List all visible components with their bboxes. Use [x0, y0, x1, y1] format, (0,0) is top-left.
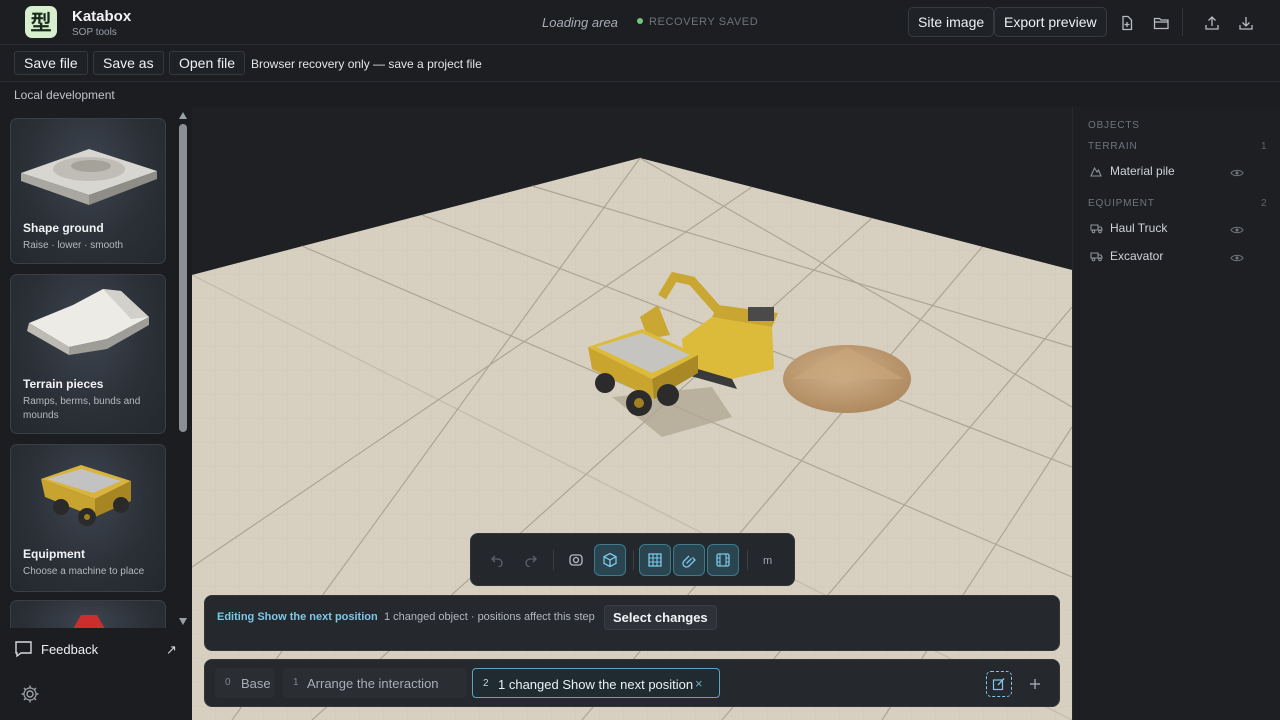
select-changes-button[interactable]: Select changes: [604, 605, 717, 630]
download-icon[interactable]: [1233, 10, 1259, 36]
card-description: Choose a machine to place: [23, 566, 145, 577]
object-item-label: Material pile: [1110, 164, 1175, 178]
undo-icon[interactable]: [481, 544, 513, 576]
environment-label: Local development: [14, 88, 115, 102]
step-number: 0: [225, 677, 231, 688]
app-logo: 型: [25, 6, 57, 38]
object-item-label: Excavator: [1110, 249, 1164, 263]
card-title: Shape ground: [23, 221, 104, 235]
card-title: Terrain pieces: [23, 377, 104, 391]
export-preview-button[interactable]: Export preview: [994, 7, 1107, 37]
feedback-label: Feedback: [41, 642, 99, 657]
shape-ground-thumbnail: [21, 149, 157, 205]
step-label: 1 changed Show the next position: [498, 677, 694, 692]
external-link-icon: ↗: [166, 642, 177, 657]
save-file-button[interactable]: Save file: [14, 51, 88, 75]
library-card-equipment[interactable]: Equipment Choose a machine to place: [10, 444, 166, 592]
truck-icon: [1090, 224, 1103, 234]
edit-step-meta: 1 changed object · positions affect this…: [384, 611, 595, 623]
add-step-icon[interactable]: [1022, 671, 1048, 697]
steps-timeline: 0 Base 1 Arrange the interaction 2 1 cha…: [204, 659, 1060, 707]
app-subtitle: SOP tools: [72, 27, 117, 38]
film-icon[interactable]: [707, 544, 739, 576]
step-tab-arrange[interactable]: 1 Arrange the interaction: [283, 668, 467, 698]
visibility-eye-icon[interactable]: [1230, 222, 1244, 240]
upload-icon[interactable]: [1199, 10, 1225, 36]
step-tab-base[interactable]: 0 Base: [215, 668, 275, 698]
edit-step-title: Editing Show the next position: [217, 611, 378, 623]
group-equipment-heading: EQUIPMENT: [1088, 198, 1155, 209]
group-equipment-count: 2: [1261, 198, 1267, 209]
snap-magnet-icon[interactable]: [673, 544, 705, 576]
status-saved-text: RECOVERY SAVED: [649, 16, 759, 28]
objects-panel: OBJECTS TERRAIN 1 Material pile EQUIPMEN…: [1072, 107, 1280, 720]
objects-heading: OBJECTS: [1088, 120, 1140, 131]
group-terrain-count: 1: [1261, 141, 1267, 152]
step-label: Base: [241, 676, 271, 691]
new-file-icon[interactable]: [1114, 10, 1140, 36]
edit-step-icon[interactable]: [986, 671, 1012, 697]
settings-gear-icon[interactable]: [19, 683, 41, 705]
open-folder-icon[interactable]: [1148, 10, 1174, 36]
object-item-material-pile[interactable]: Material pile: [1088, 160, 1248, 182]
grid-icon[interactable]: [639, 544, 671, 576]
step-tab-show-next-position[interactable]: 2 1 changed Show the next position ×: [472, 668, 720, 698]
card-title: Equipment: [23, 547, 85, 561]
step-number: 1: [293, 677, 299, 688]
card-description: Raise · lower · smooth: [23, 240, 124, 251]
open-file-button[interactable]: Open file: [169, 51, 246, 75]
unit-label[interactable]: m: [763, 555, 772, 567]
object-item-excavator[interactable]: Excavator: [1088, 245, 1248, 267]
edit-step-bar: Editing Show the next position 1 changed…: [204, 595, 1060, 651]
camera-view-icon[interactable]: [560, 544, 592, 576]
site-image-button[interactable]: Site image: [908, 7, 995, 37]
library-sidebar: Shape ground Raise · lower · smooth Terr…: [0, 106, 192, 628]
viewport-toolbar: m: [470, 533, 795, 586]
library-card-shape-ground[interactable]: Shape ground Raise · lower · smooth: [10, 118, 166, 264]
feedback-button[interactable]: Feedback ↗: [0, 628, 192, 672]
app-name: Katabox: [72, 8, 132, 25]
sidebar-scroll-thumb[interactable]: [179, 124, 187, 432]
library-card-terrain-pieces[interactable]: Terrain pieces Ramps, berms, bunds and m…: [10, 274, 166, 434]
feedback-chat-icon: [15, 641, 32, 658]
step-number: 2: [483, 678, 489, 689]
truck-icon: [1090, 252, 1103, 262]
app-header: 型 Katabox SOP tools Loading area RECOVER…: [0, 0, 1280, 45]
terrain-icon: [1090, 166, 1102, 177]
equipment-thumbnail: [41, 465, 131, 526]
group-terrain-heading: TERRAIN: [1088, 141, 1138, 152]
file-toolbar: Save file Save as Open file Browser reco…: [0, 45, 1280, 82]
status-saved-dot-icon: [637, 18, 643, 24]
viewport-toolbar-divider: [633, 550, 634, 570]
header-divider: [1182, 8, 1183, 36]
visibility-eye-icon[interactable]: [1230, 165, 1244, 183]
perspective-cube-icon[interactable]: [594, 544, 626, 576]
terrain-pieces-thumbnail: [27, 289, 149, 355]
card-description: Ramps, berms, bunds and mounds: [23, 396, 141, 421]
redo-icon[interactable]: [515, 544, 547, 576]
library-card-partial[interactable]: [10, 600, 166, 628]
save-as-button[interactable]: Save as: [93, 51, 164, 75]
step-label: Arrange the interaction: [307, 676, 439, 691]
hazard-sign-thumbnail: [73, 615, 105, 628]
recovery-note: Browser recovery only — save a project f…: [251, 57, 482, 71]
visibility-eye-icon[interactable]: [1230, 250, 1244, 268]
object-item-haul-truck[interactable]: Haul Truck: [1088, 217, 1248, 239]
status-area-text: Loading area: [542, 15, 618, 30]
object-item-label: Haul Truck: [1110, 221, 1168, 235]
viewport-toolbar-divider: [747, 550, 748, 570]
close-step-icon[interactable]: ×: [695, 676, 703, 691]
viewport-toolbar-divider: [553, 550, 554, 570]
